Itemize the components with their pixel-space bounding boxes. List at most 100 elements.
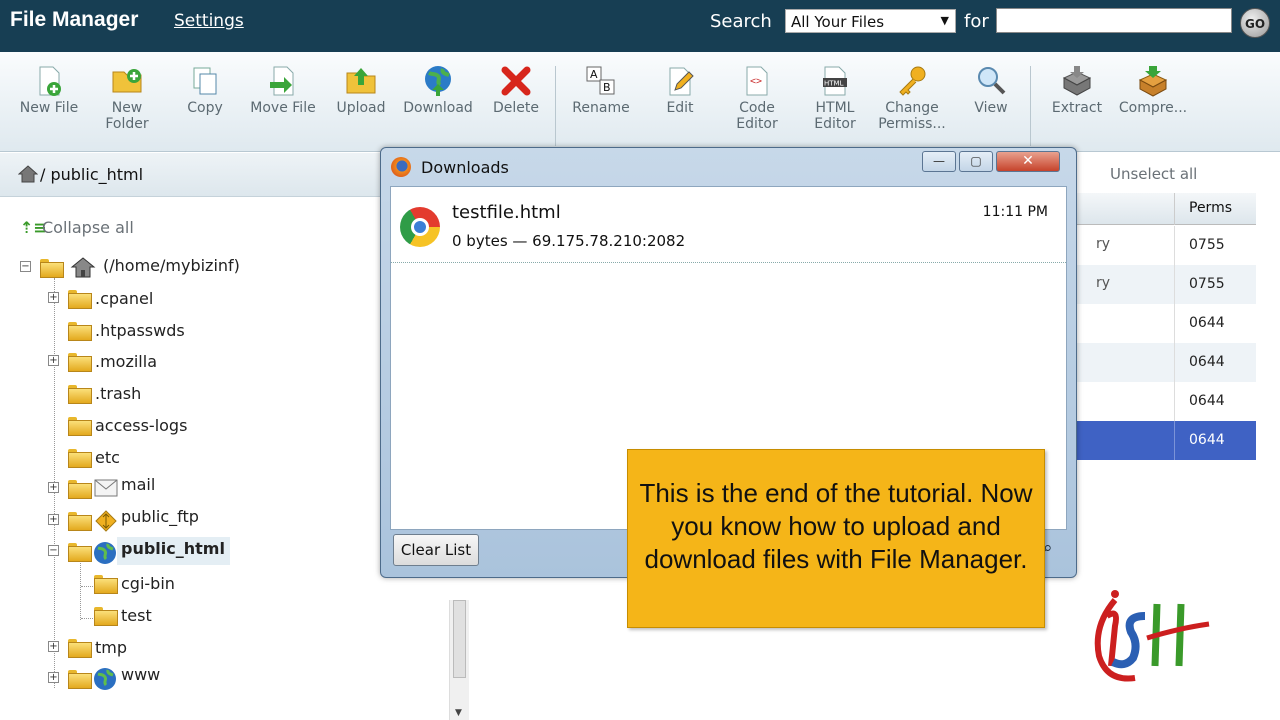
delete-button[interactable]: Delete <box>477 64 555 116</box>
table-row[interactable]: 0644 <box>1066 343 1256 382</box>
home-icon[interactable] <box>18 165 38 183</box>
tree-item-cgi-bin[interactable]: cgi-bin <box>74 574 274 598</box>
clear-list-button[interactable]: Clear List <box>393 534 479 566</box>
expand-toggle[interactable]: + <box>48 641 59 652</box>
table-row-selected[interactable]: 0644 <box>1066 421 1256 460</box>
code-editor-label: Code Editor <box>736 100 778 132</box>
new-file-label: New File <box>19 100 79 116</box>
home-icon <box>70 257 96 278</box>
folder-icon <box>68 385 92 404</box>
folder-open-icon <box>68 543 92 562</box>
tree-item-label: mail <box>121 475 156 494</box>
svg-text:HTML: HTML <box>824 80 844 88</box>
tree-item-etc[interactable]: etc <box>48 448 248 472</box>
download-button[interactable]: Download <box>399 64 477 116</box>
tree-root[interactable]: − (/home/mybizinf) <box>20 256 320 280</box>
compress-button[interactable]: Compre... <box>1114 64 1192 116</box>
edit-label: Edit <box>666 100 694 116</box>
folder-icon <box>68 449 92 468</box>
upload-icon <box>346 68 376 94</box>
maximize-button[interactable]: ▢ <box>959 151 993 172</box>
tree-item-access-logs[interactable]: access-logs <box>48 416 248 440</box>
download-filename: testfile.html <box>452 202 561 223</box>
perms-column-header[interactable]: Perms <box>1174 193 1256 225</box>
scroll-down-icon[interactable]: ▼ <box>455 708 462 718</box>
search-scope-select[interactable]: All Your Files ▼ <box>785 9 956 33</box>
change-permissions-button[interactable]: Change Permiss... <box>873 64 951 132</box>
tree-item-label: cgi-bin <box>121 574 175 593</box>
download-item[interactable]: testfile.html 0 bytes — 69.175.78.210:20… <box>391 187 1066 263</box>
tree-item-public-html[interactable]: − public_html <box>48 537 248 565</box>
html-editor-button[interactable]: HTML HTML Editor <box>796 64 874 132</box>
for-label: for <box>964 11 989 32</box>
perms-cell: 0644 <box>1174 382 1256 421</box>
copy-button[interactable]: Copy <box>166 64 244 116</box>
extract-button[interactable]: Extract <box>1038 64 1116 116</box>
tree-connector <box>81 586 95 587</box>
svg-text:<>: <> <box>750 76 762 87</box>
expand-toggle[interactable]: + <box>48 482 59 493</box>
tree-item-mozilla[interactable]: + .mozilla <box>48 352 248 376</box>
table-row[interactable]: 0644 <box>1066 382 1256 421</box>
close-button[interactable]: ✕ <box>996 151 1060 172</box>
settings-link[interactable]: Settings <box>174 11 244 31</box>
go-button[interactable]: GO <box>1240 8 1270 38</box>
delete-label: Delete <box>493 100 539 116</box>
expand-toggle[interactable]: + <box>48 292 59 303</box>
tree-item-label: .trash <box>95 384 142 403</box>
tree-item-public-ftp[interactable]: + public_ftp <box>48 507 268 532</box>
tutorial-callout: This is the end of the tutorial. Now you… <box>627 449 1045 628</box>
app-title: File Manager <box>10 8 139 31</box>
expand-toggle[interactable]: + <box>48 355 59 366</box>
folder-icon <box>68 512 92 531</box>
download-label: Download <box>403 100 473 116</box>
tree-item-label: public_ftp <box>121 507 199 526</box>
move-file-button[interactable]: Move File <box>244 64 322 116</box>
window-titlebar[interactable]: Downloads — ▢ ✕ <box>381 148 1076 186</box>
path-bar: / public_html <box>0 153 380 197</box>
collapse-all-button[interactable]: ⇡≡Collapse all <box>20 218 134 237</box>
code-editor-icon: <> <box>746 66 768 96</box>
folder-icon <box>68 480 92 499</box>
folder-open-icon <box>40 259 64 278</box>
collapse-toggle[interactable]: − <box>20 261 31 272</box>
upload-button[interactable]: Upload <box>322 64 400 116</box>
collapse-all-label: Collapse all <box>42 218 134 237</box>
tree-item-cpanel[interactable]: + .cpanel <box>48 289 248 313</box>
minimize-button[interactable]: — <box>922 151 956 172</box>
perms-cell: 0644 <box>1174 421 1256 460</box>
collapse-toggle[interactable]: − <box>48 545 59 556</box>
edit-button[interactable]: Edit <box>641 64 719 116</box>
code-editor-button[interactable]: <> Code Editor <box>718 64 796 132</box>
search-input[interactable] <box>996 8 1232 33</box>
tree-item-trash[interactable]: .trash <box>48 384 248 408</box>
scrollbar-thumb[interactable] <box>453 600 466 678</box>
current-path: / public_html <box>40 165 144 184</box>
expand-toggle[interactable]: + <box>48 672 59 683</box>
ish-logo <box>1094 590 1210 682</box>
tree-item-tmp[interactable]: + tmp <box>48 638 248 662</box>
compress-label: Compre... <box>1118 100 1188 116</box>
new-folder-button[interactable]: New Folder <box>88 64 166 132</box>
edit-icon <box>669 67 694 96</box>
folder-icon <box>94 607 118 626</box>
table-row[interactable]: ry 0755 <box>1066 226 1256 265</box>
tree-item-mail[interactable]: + mail <box>48 475 248 499</box>
change-permissions-label: Change Permiss... <box>878 100 946 132</box>
new-file-button[interactable]: New File <box>10 64 88 116</box>
globe-icon <box>94 668 116 690</box>
search-scope-value: All Your Files <box>791 13 885 31</box>
window-title: Downloads <box>421 158 509 177</box>
tree-item-www[interactable]: + www <box>48 665 248 690</box>
rename-button[interactable]: AB Rename <box>562 64 640 116</box>
table-row[interactable]: ry 0755 <box>1066 265 1256 304</box>
unselect-all-label: Unselect all <box>1110 165 1198 183</box>
tree-scrollbar[interactable]: ▼ <box>449 600 469 720</box>
expand-toggle[interactable]: + <box>48 514 59 525</box>
tree-item-label: .mozilla <box>95 352 157 371</box>
view-button[interactable]: View <box>952 64 1030 116</box>
tree-item-htpasswds[interactable]: .htpasswds <box>48 321 248 345</box>
table-row[interactable]: 0644 <box>1066 304 1256 343</box>
tree-item-test[interactable]: test <box>74 606 274 630</box>
folder-icon <box>68 290 92 309</box>
